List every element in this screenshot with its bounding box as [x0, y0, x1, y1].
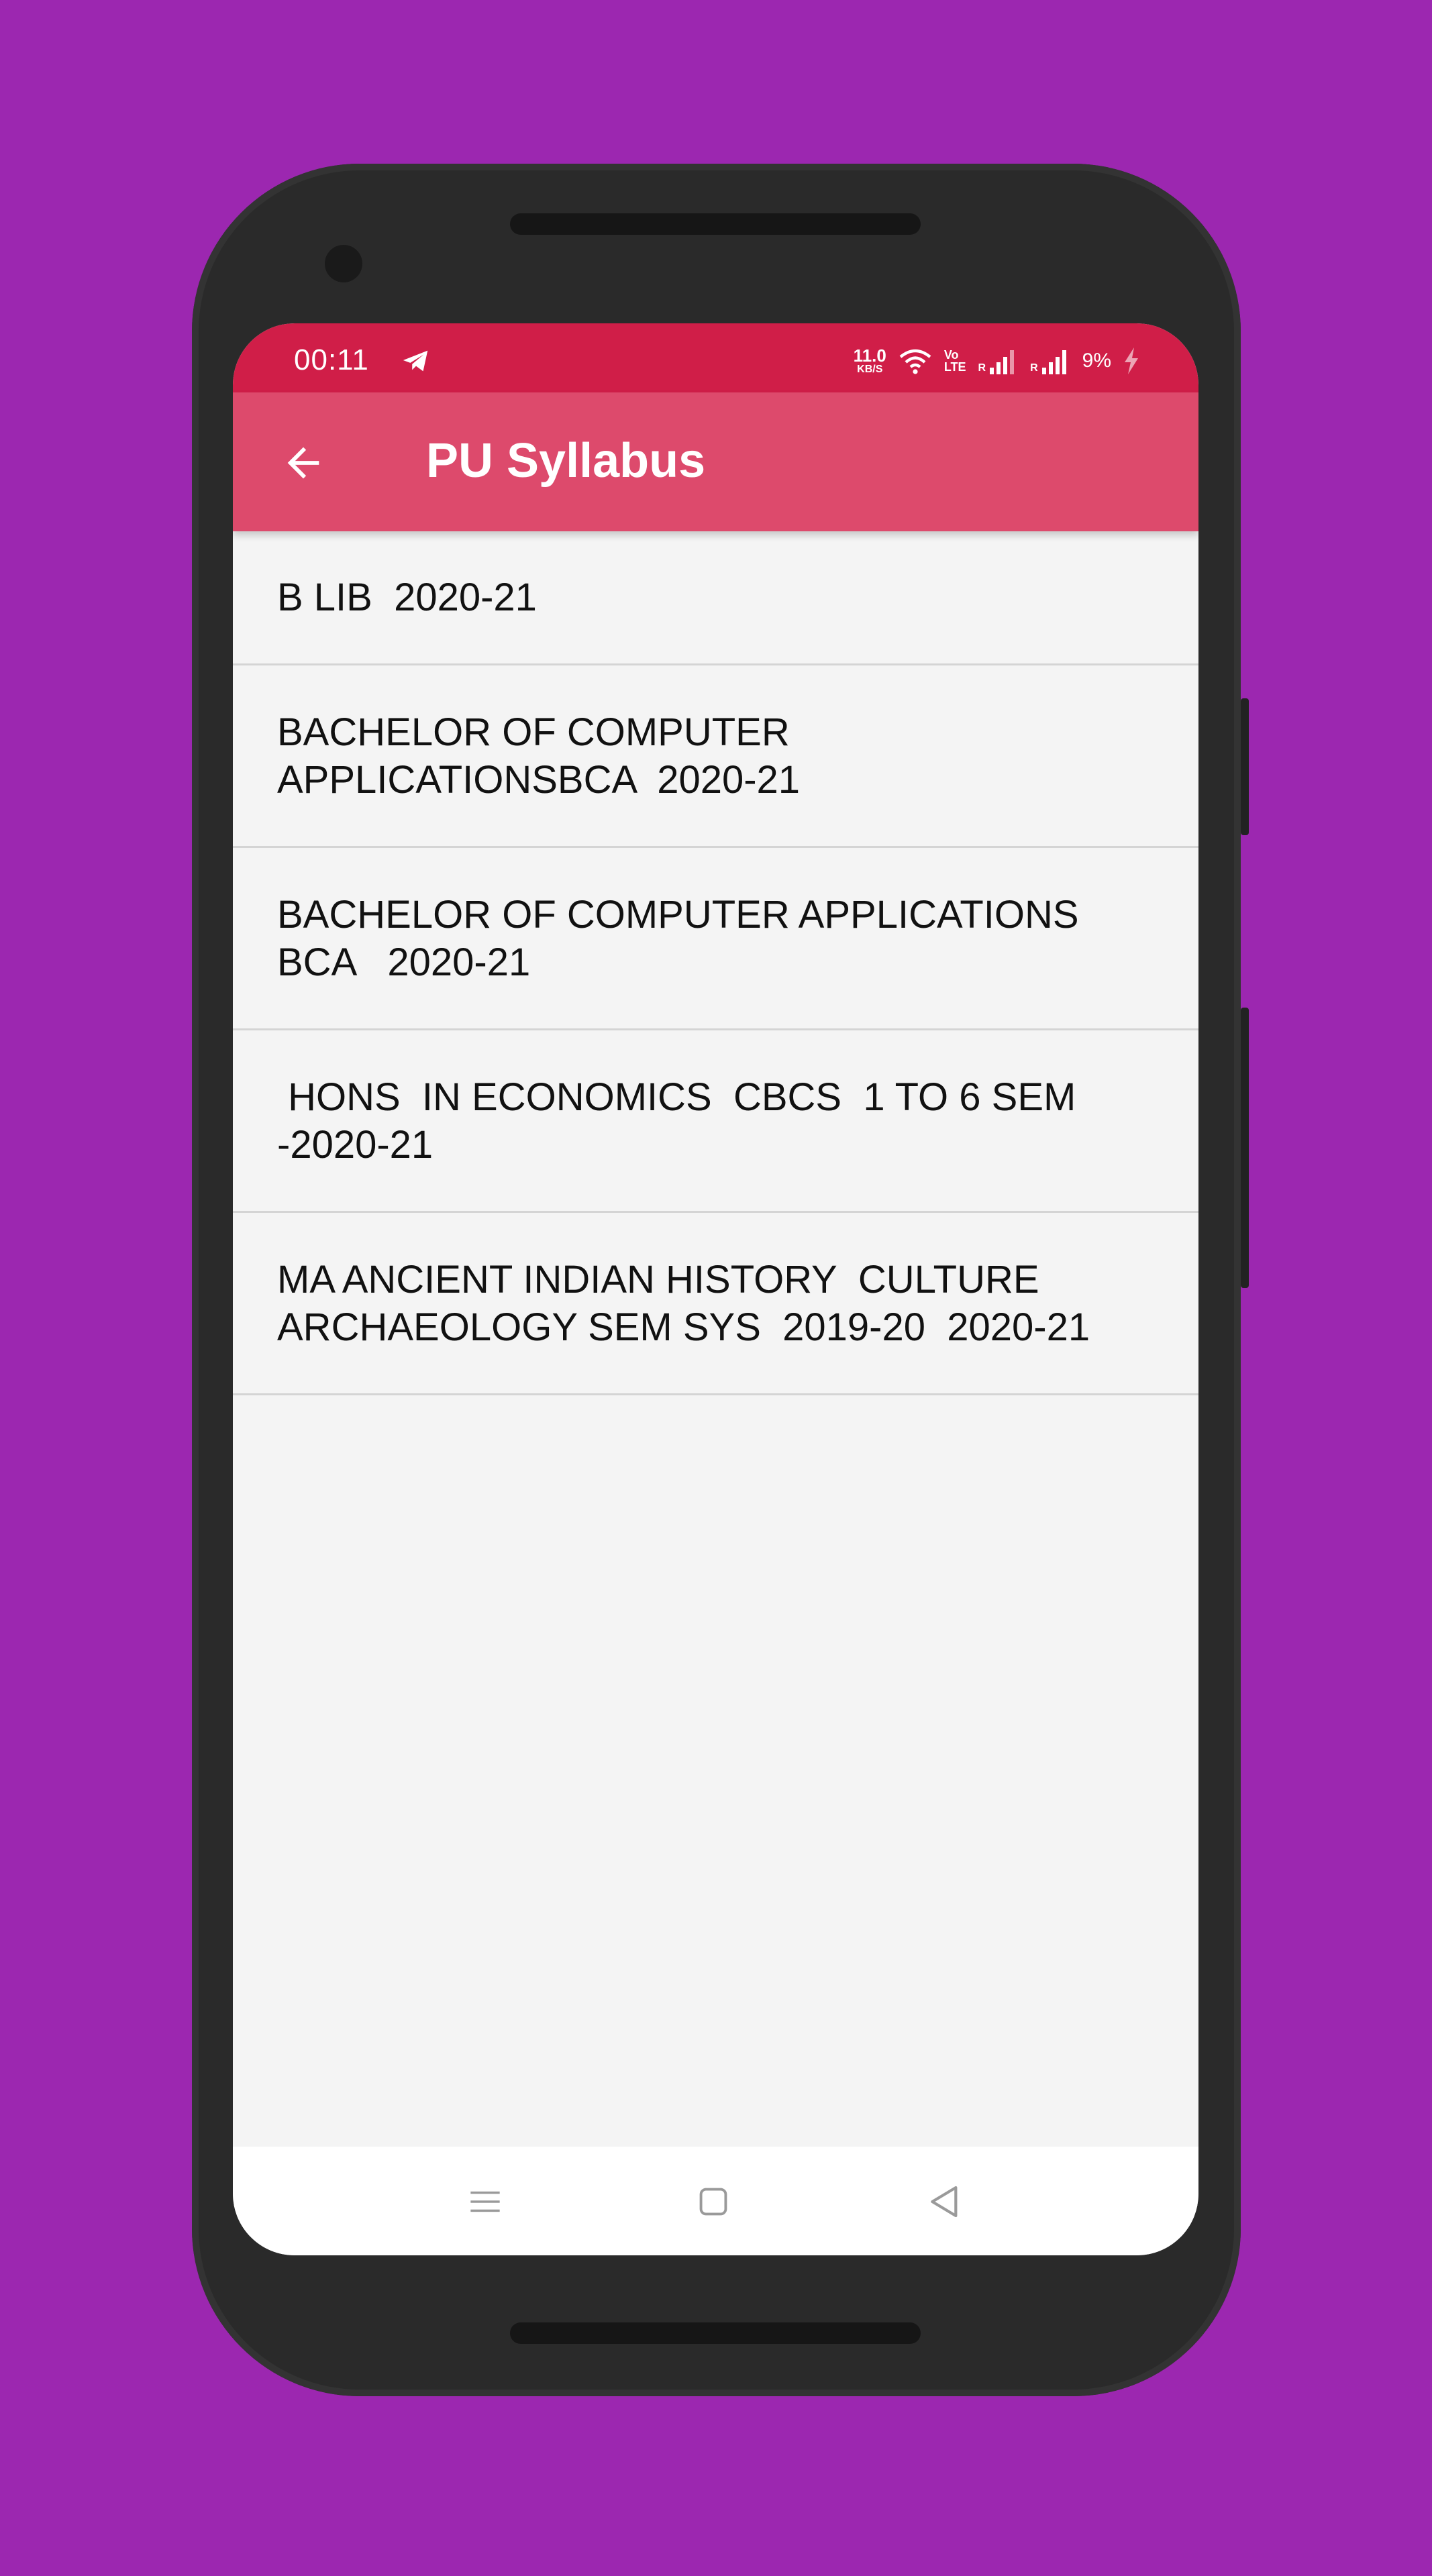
volte-top: Vo: [943, 348, 959, 362]
volte-bottom: LTE: [943, 360, 966, 374]
recent-apps-button[interactable]: [464, 2180, 507, 2223]
list-item-label: HONS IN ECONOMICS CBCS 1 TO 6 SEM -2020-…: [277, 1075, 1076, 1167]
status-icons: 11.0 KB/S Vo LTE R R 9%: [854, 342, 1139, 380]
syllabus-list: B LIB 2020-21 BACHELOR OF COMPUTER APPLI…: [233, 531, 1198, 1395]
app-bar: PU Syllabus: [233, 392, 1198, 531]
list-item[interactable]: B LIB 2020-21: [233, 531, 1198, 665]
arrow-back-icon: [287, 447, 319, 479]
signal-bars-icon: [1041, 350, 1066, 374]
list-item[interactable]: BACHELOR OF COMPUTER APPLICATIONS BCA 20…: [233, 848, 1198, 1030]
signal-1: R: [978, 347, 1019, 374]
list-item-label: BACHELOR OF COMPUTER APPLICATIONS BCA 20…: [277, 892, 1079, 984]
network-speed-value: 11.0: [853, 345, 886, 366]
front-camera: [325, 245, 362, 282]
battery-percent: 9%: [1082, 350, 1111, 372]
list-item-label: MA ANCIENT INDIAN HISTORY CULTURE ARCHAE…: [277, 1257, 1090, 1349]
network-speed: 11.0 KB/S: [854, 347, 886, 375]
power-button: [1241, 698, 1249, 835]
page-title: PU Syllabus: [426, 434, 706, 488]
phone-screen: 00:11 11.0 KB/S Vo LTE R R 9% PU Syllabu…: [233, 323, 1198, 2255]
menu-icon: [470, 2191, 500, 2212]
home-square-icon: [699, 2188, 727, 2216]
list-item[interactable]: MA ANCIENT INDIAN HISTORY CULTURE ARCHAE…: [233, 1213, 1198, 1395]
network-speed-unit: KB/S: [857, 364, 883, 375]
volume-button: [1241, 1008, 1249, 1288]
charging-icon: [1125, 347, 1138, 374]
status-time: 00:11: [294, 343, 369, 376]
top-speaker: [510, 213, 921, 235]
navigation-bar: [233, 2147, 1198, 2255]
list-item-label: BACHELOR OF COMPUTER APPLICATIONSBCA 202…: [277, 710, 801, 802]
home-button[interactable]: [692, 2180, 735, 2223]
volte-indicator: Vo LTE: [944, 349, 966, 373]
roaming-indicator-2: R: [1030, 362, 1038, 374]
roaming-indicator-1: R: [978, 362, 986, 374]
back-button[interactable]: [273, 433, 334, 493]
status-bar: 00:11 11.0 KB/S Vo LTE R R 9%: [233, 323, 1198, 392]
list-item[interactable]: BACHELOR OF COMPUTER APPLICATIONSBCA 202…: [233, 665, 1198, 848]
signal-bars-icon: [990, 350, 1015, 374]
list-item[interactable]: HONS IN ECONOMICS CBCS 1 TO 6 SEM -2020-…: [233, 1030, 1198, 1213]
system-back-button[interactable]: [923, 2180, 966, 2223]
signal-2: R: [1030, 347, 1070, 374]
wifi-icon: [899, 349, 931, 374]
list-item-label: B LIB 2020-21: [277, 576, 537, 619]
back-triangle-icon: [931, 2186, 958, 2218]
telegram-icon: [403, 350, 428, 372]
bottom-speaker: [510, 2322, 921, 2344]
